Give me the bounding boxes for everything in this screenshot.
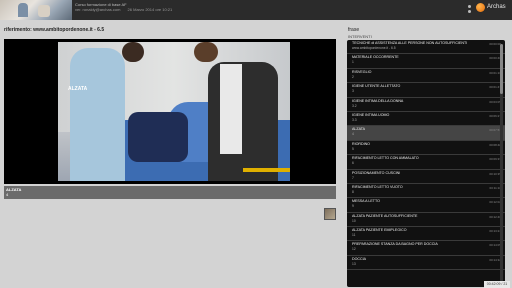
chapter-item[interactable]: IGIENE INTIMA DELLA DONNA 3.2 00:03:05 [347,98,505,112]
course-meta: ver. ronaldy@archas.com 26 Marzo 2014 or… [75,7,178,12]
scrollbar[interactable] [500,44,503,282]
chapter-item[interactable]: MESSA A LETTO 9 00:12:02 [347,198,505,213]
chapter-item[interactable]: ALZATA PAZIENTE AUTOSUFFICIENTE 10 00:12:4… [347,213,505,228]
thumbnail-figure [18,3,28,17]
nurse-figure [70,48,125,181]
chapter-list: TECNICHE di ASSISTENZA ALLE PERSONE NON … [347,40,505,287]
caption-number: 4 [6,192,9,197]
video-player[interactable]: ALZATA [4,39,336,220]
chapter-item[interactable]: DOCCIA 13 00:14:32 [347,256,505,271]
top-bar: Corso formazione di base AF ver. ronaldy… [0,0,512,20]
archas-logo-icon [476,3,485,12]
sidebar-title: frase [348,27,360,33]
chapter-item[interactable]: RIFACIMENTO LETTO CON AMMALATO 6 00:09:33 [347,155,505,170]
menu-icon[interactable] [466,4,474,16]
chapter-item[interactable]: POSIZIONAMENTO CUSCINI 7 00:10:35 [347,170,505,184]
nurse-figure [208,62,278,181]
chapter-item[interactable]: PREPARAZIONE STANZA DA BAGNO PER DOCCIA 1… [347,241,505,256]
brand-name: Archas [487,4,506,10]
scrollbar-thumb[interactable] [500,44,503,94]
course-user: ver. ronaldy@archas.com [75,7,121,12]
chapter-item[interactable]: RISVEGLIO 2 00:01:16 [347,69,505,84]
course-thumbnail[interactable] [0,0,72,20]
chapter-item[interactable]: IGIENE INTIMA UOMO 3.3 00:06:27 [347,112,505,127]
fullscreen-thumbnail-icon[interactable] [324,208,336,220]
patient-shape [128,112,188,162]
chapter-item[interactable]: IGIENE UTENTE ALLETTATO 3 00:01:47 [347,83,505,98]
video-frame[interactable] [58,42,290,181]
chapter-item-active[interactable]: ALZATA 4 00:07:53 [347,126,505,141]
video-overlay-label: ALZATA [68,86,88,92]
chapter-item[interactable]: ALZATA PAZIENTE EMIPLEGICO 11 00:13:24 [347,227,505,242]
chapter-item[interactable]: RIFACIMENTO LETTO VUOTO 8 00:11:10 [347,184,505,199]
chapter-item[interactable]: RIORDINO 5 00:08:48 [347,141,505,156]
course-date: 26 Marzo 2014 ore 10:21 [127,7,173,12]
sidebar-subtitle: INTERVENTI [348,34,372,39]
chapter-item[interactable]: MATERIALE OCCORRENTE 1 00:00:46 [347,54,505,69]
chapter-item[interactable]: TECNICHE di ASSISTENZA ALLE PERSONE NON … [347,40,505,55]
chapter-caption: ALZATA 4 [4,186,336,199]
thumbnail-figure [38,5,50,17]
playback-timer: 00:42:09 / 21 [484,281,510,288]
reference-title: riferimento: www.ambitopordenone.it - 6.… [4,27,105,33]
